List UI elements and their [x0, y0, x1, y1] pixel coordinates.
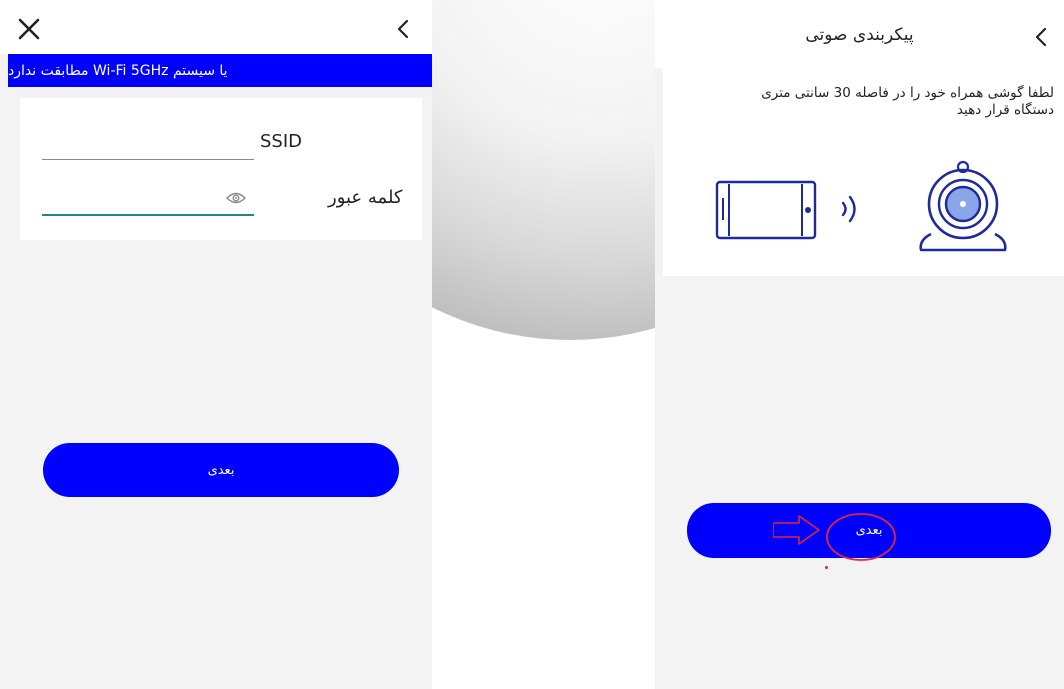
- top-bar: [0, 0, 432, 54]
- ssid-input[interactable]: [42, 134, 256, 158]
- instruction-text: لطفا گوشی همراه خود را در فاصله 30 سانتی…: [761, 85, 1054, 118]
- password-input[interactable]: [42, 190, 226, 214]
- chevron-left-icon[interactable]: [1026, 22, 1056, 52]
- wifi-form-card: SSID کلمه عبور: [20, 98, 422, 240]
- password-label: کلمه عبور: [328, 187, 403, 208]
- ssid-label: SSID: [260, 131, 303, 152]
- chevron-left-icon[interactable]: [388, 14, 418, 44]
- webcam-icon: [919, 160, 1007, 252]
- close-icon[interactable]: [14, 14, 44, 44]
- page-title: پیکربندی صوتی: [805, 25, 914, 45]
- sound-config-screen: پیکربندی صوتی لطفا گوشی همراه خود را در …: [655, 0, 1064, 689]
- sound-wave-icon: [841, 195, 856, 223]
- eye-icon[interactable]: [225, 190, 247, 206]
- instruction-card: لطفا گوشی همراه خود را در فاصله 30 سانتی…: [663, 68, 1064, 276]
- ssid-underline: [42, 159, 254, 160]
- annotation-dot: [825, 566, 828, 569]
- red-arrow-icon: [773, 515, 820, 545]
- password-underline: [42, 214, 254, 216]
- annotation-overlay: [773, 513, 896, 561]
- phone-landscape-icon: [715, 180, 817, 240]
- red-circle-highlight: [826, 513, 896, 561]
- wifi-setup-screen: یا سیستم Wi-Fi 5GHz مطابقت ندارد SSID کل…: [0, 0, 432, 689]
- next-button[interactable]: بعدی: [43, 443, 399, 497]
- top-bar: پیکربندی صوتی: [655, 0, 1064, 68]
- wifi-5ghz-warning-banner: یا سیستم Wi-Fi 5GHz مطابقت ندارد: [8, 54, 432, 87]
